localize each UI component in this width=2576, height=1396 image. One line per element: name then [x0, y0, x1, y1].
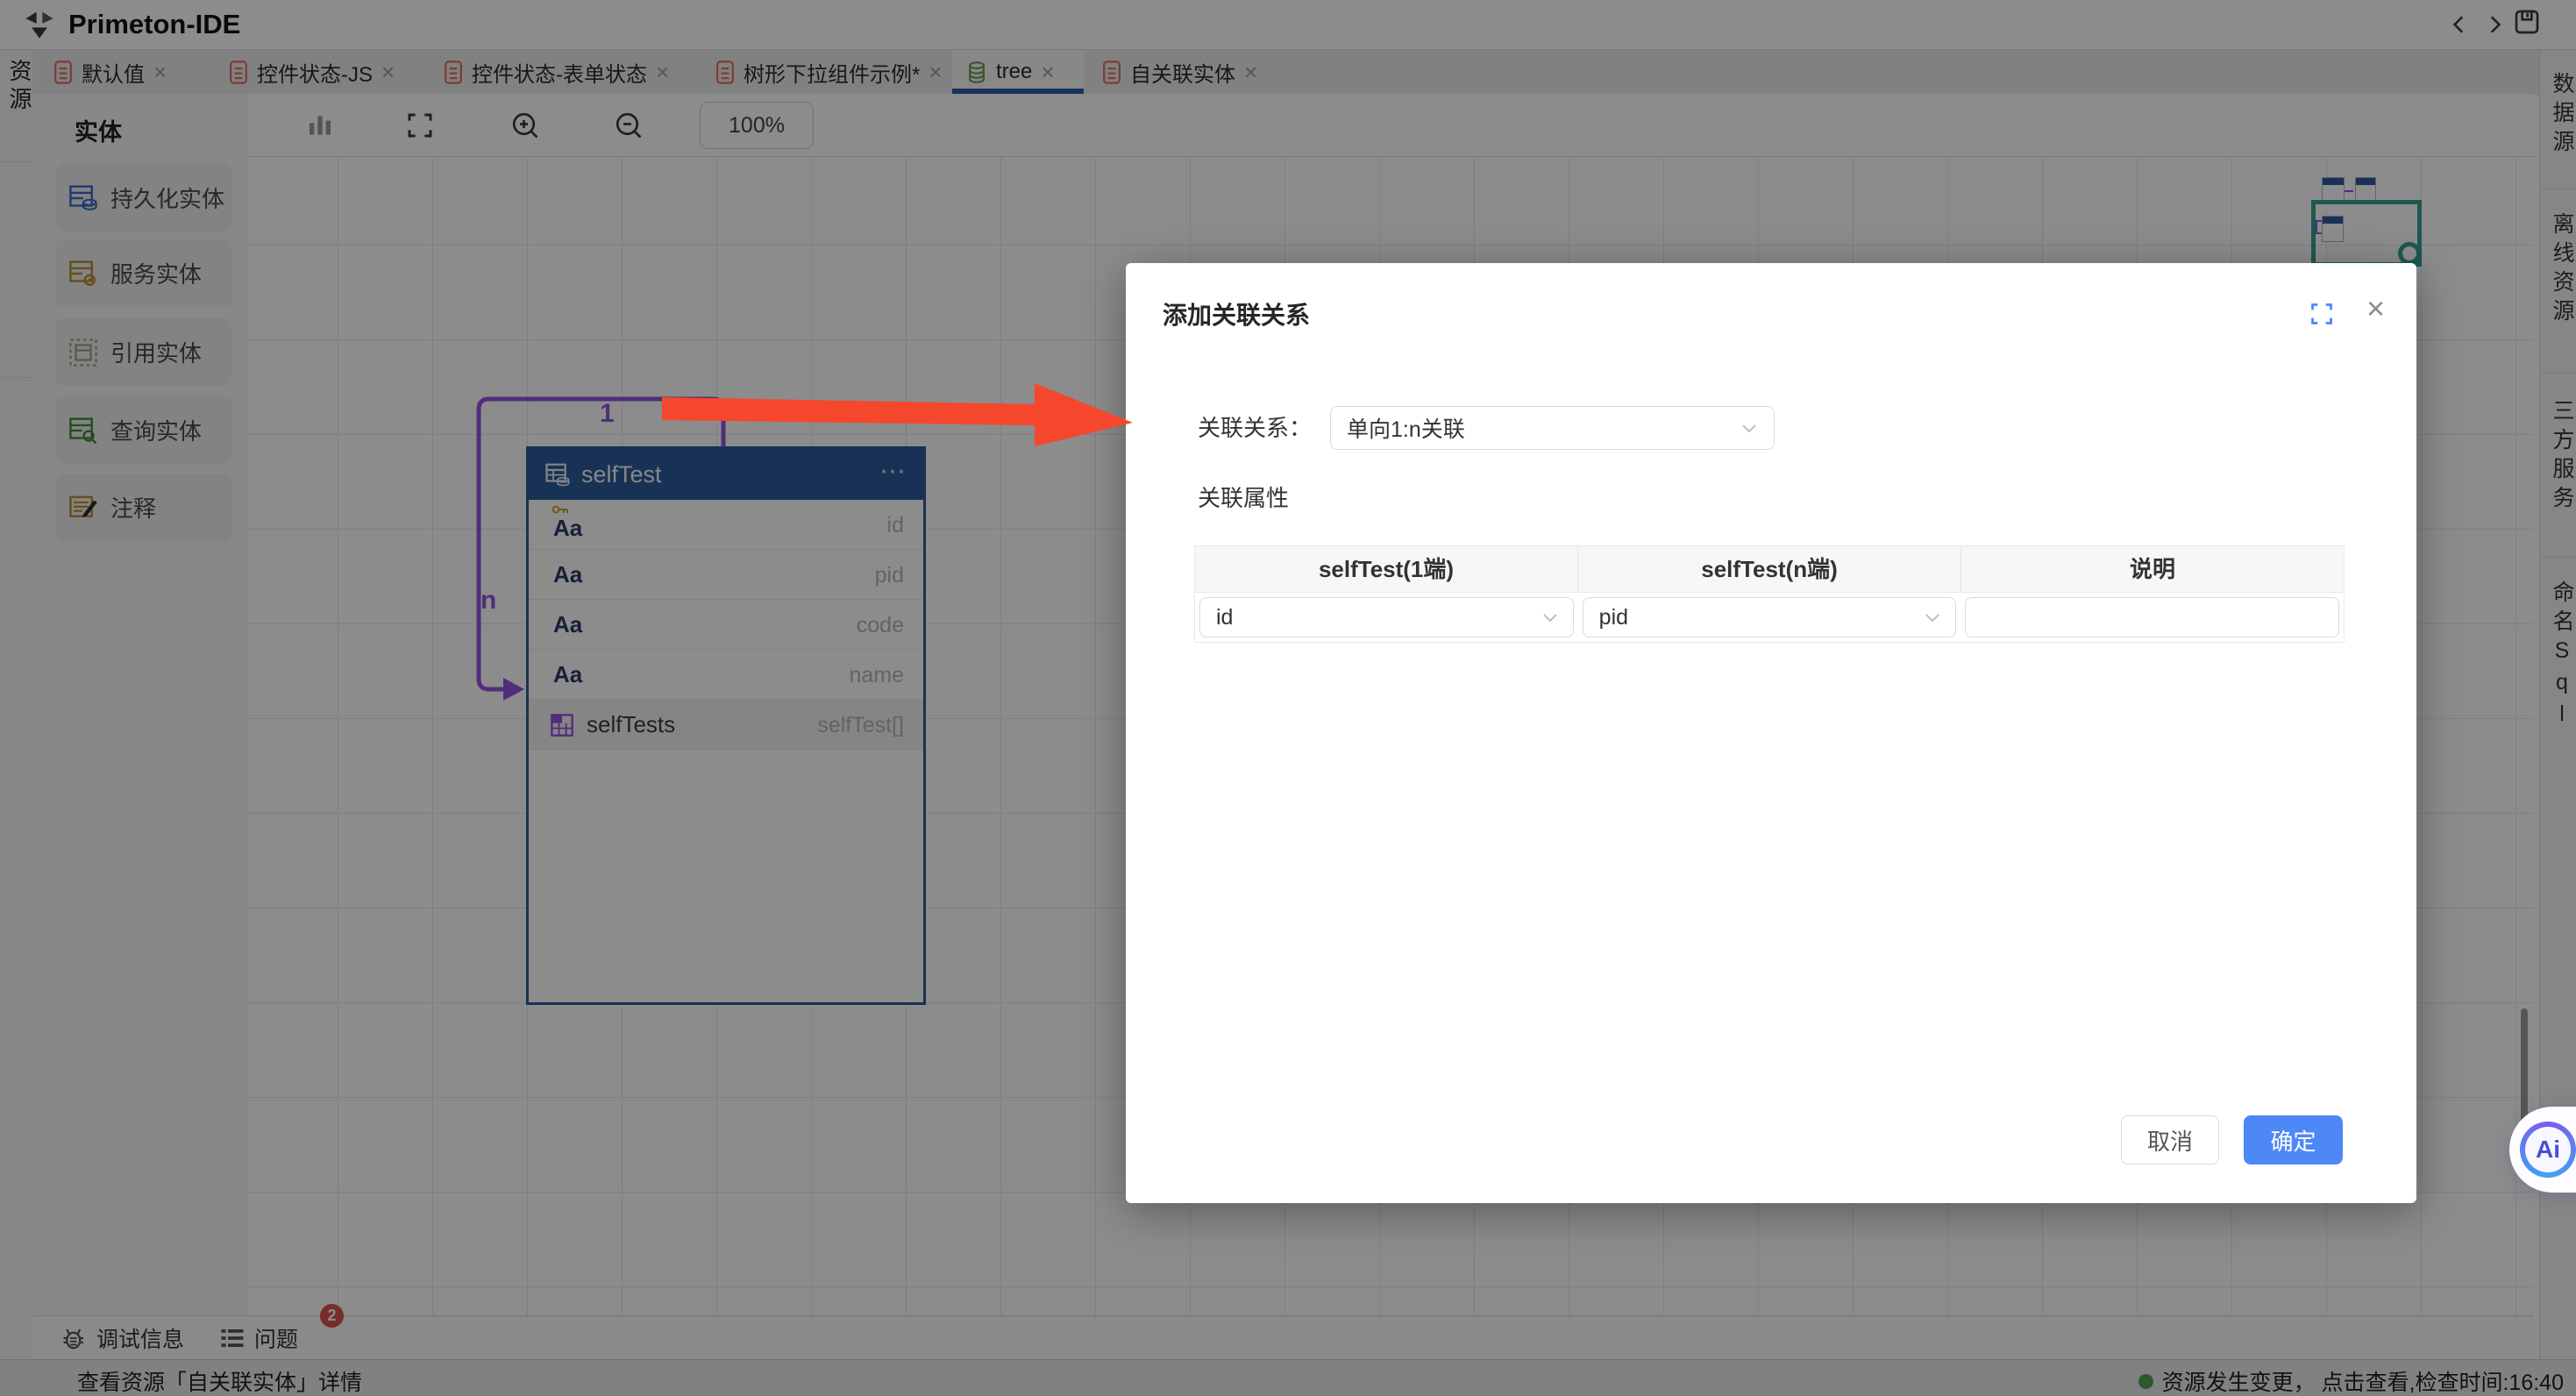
table-row: id pid: [1195, 593, 2344, 642]
one-end-field-select[interactable]: id: [1199, 597, 1574, 637]
relation-type-select[interactable]: 单向1:n关联: [1330, 406, 1775, 450]
annotation-arrow: [649, 373, 1149, 456]
dialog-title: 添加关联关系: [1163, 296, 1310, 331]
relation-type-value: 单向1:n关联: [1331, 412, 1739, 444]
relation-type-label: 关联关系：: [1198, 406, 1312, 450]
table-header-row: selfTest(1端) selfTest(n端) 说明: [1195, 546, 2344, 593]
dialog-close-icon[interactable]: ×: [2366, 293, 2385, 324]
cancel-button[interactable]: 取消: [2121, 1115, 2219, 1165]
ai-ring-icon: Ai: [2520, 1122, 2576, 1178]
chevron-down-icon: [1922, 607, 1943, 628]
table-header-one-end: selfTest(1端): [1195, 546, 1578, 592]
description-input[interactable]: [1965, 597, 2339, 637]
app-window: Primeton-IDE 资源 默认值 × 控件状态-JS × 控件状态-表单状…: [0, 0, 2576, 1396]
chevron-down-icon: [1739, 417, 1760, 438]
one-end-field-value: id: [1200, 605, 1540, 630]
table-header-description: 说明: [1961, 546, 2344, 592]
relation-properties-table: selfTest(1端) selfTest(n端) 说明 id pid: [1194, 545, 2345, 643]
n-end-field-select[interactable]: pid: [1583, 597, 1957, 637]
dialog-fullscreen-icon[interactable]: [2309, 302, 2334, 326]
table-header-n-end: selfTest(n端): [1578, 546, 1961, 592]
n-end-field-value: pid: [1583, 605, 1923, 630]
relation-properties-title: 关联属性: [1198, 481, 1289, 513]
chevron-down-icon: [1540, 607, 1561, 628]
ok-button[interactable]: 确定: [2244, 1115, 2343, 1165]
ai-label: Ai: [2525, 1127, 2571, 1172]
add-relation-dialog: 添加关联关系 × 关联关系： 单向1:n关联 关联属性 selfTest(1端)…: [1126, 263, 2416, 1203]
